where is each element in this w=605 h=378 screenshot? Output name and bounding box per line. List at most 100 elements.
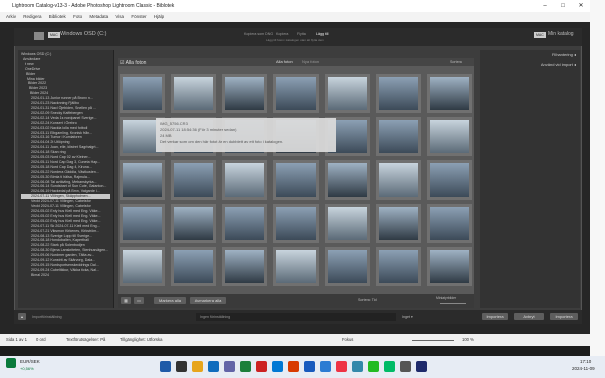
photo-preview [123,77,163,111]
photo-thumbnail[interactable] [426,203,472,243]
preset-none[interactable]: Inget ▾ [402,315,413,319]
settings-icon[interactable] [400,361,411,372]
photo-thumbnail[interactable] [120,160,166,200]
photo-thumbnail[interactable] [171,246,217,286]
right-edge-scrollbar[interactable] [590,0,605,356]
source-label[interactable]: Windows OSD (C:) [60,31,106,37]
photo-thumbnail[interactable] [171,74,217,114]
photo-thumbnail[interactable] [375,74,421,114]
spotify-icon[interactable] [368,361,379,372]
folder-tree-item[interactable]: 2024-05-02 Enly hus Kiell med Eng. Väke.… [21,219,110,224]
cancel-button[interactable]: Avbryt [514,313,544,320]
check-all-button[interactable]: Markera alla [154,297,186,304]
focus-button[interactable]: Fokus [342,334,353,346]
photo-thumbnail[interactable] [120,74,166,114]
photo-thumbnail[interactable] [375,160,421,200]
outlook-icon[interactable] [272,361,283,372]
tooltip-note: Det verkar som om den här fotot är en du… [160,139,284,144]
text-prediction[interactable]: Textförutsägelser: På [66,334,105,346]
sort-dropdown[interactable]: Sortera [450,60,462,64]
photo-thumbnail[interactable] [375,246,421,286]
import-footer: ▴ Importförinställning Ingen förinställn… [14,310,582,324]
photo-thumbnail[interactable] [222,203,268,243]
photo-thumbnail[interactable] [171,203,217,243]
menu-item-photo[interactable]: Foto [73,14,82,19]
sort-label[interactable]: Sortera: Tid [358,298,377,302]
photo-thumbnail[interactable] [375,117,421,157]
photo-preview [225,249,265,283]
grid-view-icon[interactable]: ▦ [121,297,131,304]
photo-thumbnail[interactable] [120,203,166,243]
close-button[interactable]: ✕ [572,0,590,12]
photo-thumbnail[interactable] [273,160,319,200]
preset-dropdown[interactable]: Ingen förinställning [196,313,396,321]
photo-thumbnail[interactable] [426,160,472,200]
acrobat-icon[interactable] [256,361,267,372]
photo-thumbnail[interactable] [426,117,472,157]
photo-thumbnail[interactable] [426,246,472,286]
folder-tree-item[interactable]: 2024-05-22 Nordera Gäddia, Västkusten... [21,170,110,175]
file-explorer-icon[interactable] [192,361,203,372]
menu-item-window[interactable]: Fönster [131,14,146,19]
lightroom-icon[interactable] [416,361,427,372]
menu-item-edit[interactable]: Redigera [23,14,41,19]
tab-new-photos[interactable]: Nya foton [302,58,319,66]
mode-move[interactable]: Flytta [297,32,306,36]
photo-thumbnail[interactable] [222,74,268,114]
word-icon[interactable] [304,361,315,372]
photo-thumbnail[interactable] [120,246,166,286]
edge-icon[interactable] [208,361,219,372]
photo-thumbnail[interactable] [375,203,421,243]
teams-icon[interactable] [224,361,235,372]
store-icon[interactable] [320,361,331,372]
excel-icon[interactable] [240,361,251,372]
photo-preview [174,163,214,197]
photo-thumbnail[interactable] [222,246,268,286]
mode-copy[interactable]: Kopiera [276,32,288,36]
photo-thumbnail[interactable] [171,160,217,200]
minimize-button[interactable]: – [536,0,554,12]
accessibility[interactable]: Tillgänglighet: Utforska [120,334,162,346]
photo-thumbnail[interactable] [324,160,370,200]
maximize-button[interactable]: □ [554,0,572,12]
folder-tree-item[interactable]: Bimal 2024 [21,273,110,278]
panel-apply-on-import[interactable]: Använd vid import ◂ [484,62,576,70]
dest-label[interactable]: Min katalog [548,31,574,37]
mode-copy-dng[interactable]: Kopiera som DNG [244,32,273,36]
menu-item-library[interactable]: Bibliotek [49,14,66,19]
zoom-level[interactable]: 100 % [462,334,474,346]
panel-file-handling[interactable]: Filhantering ◂ [484,52,576,60]
tab-all-photos[interactable]: Alla foton [276,58,293,66]
photo-thumbnail[interactable] [426,74,472,114]
mail-icon[interactable] [352,361,363,372]
search-icon[interactable] [176,361,187,372]
stock-widget-icon[interactable] [6,358,16,368]
import-button[interactable]: Importera [482,313,508,320]
confirm-import-button[interactable]: Importera [550,313,578,320]
photo-thumbnail[interactable] [324,246,370,286]
photos-icon[interactable] [384,361,395,372]
uncheck-all-button[interactable]: Avmarkera alla [190,297,226,304]
checked-label[interactable]: ☑ Alla foton [120,60,146,66]
powerpoint-icon[interactable] [288,361,299,372]
photo-thumbnail[interactable] [222,160,268,200]
menu-item-help[interactable]: Hjälp [154,14,164,19]
photo-thumbnail[interactable] [273,74,319,114]
zoom-slider[interactable] [412,339,454,341]
menu-item-file[interactable]: Arkiv [6,14,16,19]
photo-thumbnail[interactable] [273,246,319,286]
menu-item-metadata[interactable]: Metadata [89,14,108,19]
photo-thumbnail[interactable] [324,203,370,243]
loupe-view-icon[interactable]: ▭ [134,297,144,304]
photo-thumbnail[interactable] [324,74,370,114]
thumbnail-slider[interactable] [440,303,466,304]
mode-add[interactable]: Lägg till [316,32,328,36]
collapse-icon[interactable]: ▴ [18,313,26,320]
start-icon[interactable] [160,361,171,372]
chrome-icon[interactable] [336,361,347,372]
photo-thumbnail[interactable] [273,203,319,243]
folder-tree-item[interactable]: 2024-07-11 Sk 2024-07-11 Kiell med Eng..… [21,224,110,229]
folder-tree-item[interactable]: 2024-07-21 Viksmon Kirkenes, Kirkström..… [21,229,110,234]
menu-item-view[interactable]: Visa [115,14,124,19]
thumbnail-size-label: Miniatyrbilder [436,296,457,300]
